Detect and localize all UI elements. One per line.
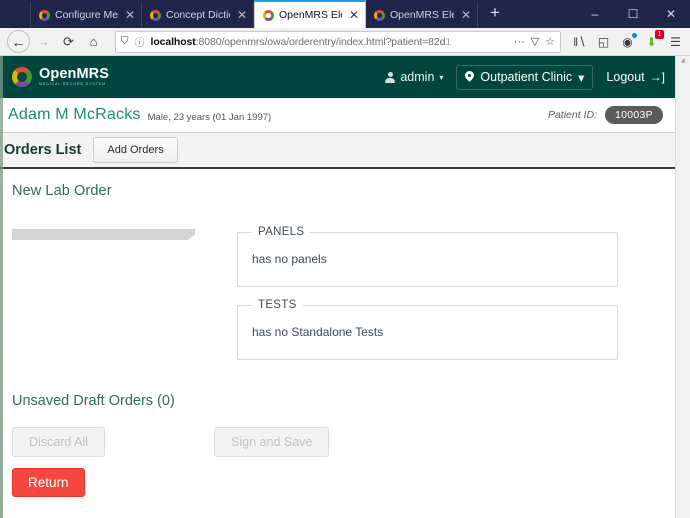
person-icon xyxy=(385,71,396,83)
scroll-up-arrow-icon[interactable]: ⱏ xyxy=(676,56,690,70)
map-pin-icon xyxy=(465,71,474,83)
tab-title: OpenMRS Electronic xyxy=(279,9,342,21)
order-columns: PANELS has no panels TESTS has no Standa… xyxy=(12,226,663,372)
close-icon[interactable]: ✕ xyxy=(347,9,359,21)
address-bar[interactable]: ⛉ ⓘ localhost:8080/openmrs/owa/orderentr… xyxy=(115,30,561,53)
browser-tab-openmrs-active[interactable]: OpenMRS Electronic ✕ xyxy=(254,0,366,28)
chevron-down-icon: ▾ xyxy=(439,72,444,82)
patient-name: Adam M McRacks xyxy=(8,106,141,123)
forward-icon[interactable]: → xyxy=(32,30,55,53)
tests-group: TESTS has no Standalone Tests xyxy=(237,299,618,360)
menu-icon[interactable]: ☰ xyxy=(668,34,683,49)
order-groups-column: PANELS has no panels TESTS has no Standa… xyxy=(237,226,663,372)
tab-title: Concept Dictionary I xyxy=(166,9,230,21)
logout-icon: →] xyxy=(649,70,665,84)
order-entry-content: New Lab Order PANELS has no panels TESTS… xyxy=(0,169,675,497)
navigation-toolbar: ← → ⟳ ⌂ ⛉ ⓘ localhost:8080/openmrs/owa/o… xyxy=(0,28,690,56)
site-info-icon[interactable]: ⓘ xyxy=(135,34,145,49)
draft-actions-row: Discard All Sign and Save xyxy=(12,427,663,457)
panels-legend: PANELS xyxy=(258,226,305,238)
page-viewport: OpenMRS MEDICAL RECORD SYSTEM admin ▾ Ou… xyxy=(0,56,690,518)
account-icon[interactable]: ◉ xyxy=(620,33,637,49)
downloads-icon[interactable]: ⬇ 1 xyxy=(644,30,664,49)
user-name: admin xyxy=(400,70,435,84)
patient-demographics: Male, 23 years (01 Jan 1997) xyxy=(147,111,272,123)
logo-subtitle: MEDICAL RECORD SYSTEM xyxy=(39,82,107,87)
header-right-group: admin ▾ Outpatient Clinic ▾ Logout →] xyxy=(385,64,665,90)
location-name: Outpatient Clinic xyxy=(480,70,573,84)
close-icon[interactable]: ✕ xyxy=(459,9,471,21)
openmrs-app-header: OpenMRS MEDICAL RECORD SYSTEM admin ▾ Ou… xyxy=(0,56,675,98)
downloads-count-badge: 1 xyxy=(655,30,664,39)
back-icon[interactable]: ← xyxy=(7,30,30,53)
bookmark-star-icon[interactable]: ☆ xyxy=(545,35,555,48)
tab-title: Configure Metadata xyxy=(55,9,118,21)
panels-empty-text: has no panels xyxy=(252,252,327,266)
patient-id-label: Patient ID: xyxy=(547,109,597,121)
pocket-icon[interactable]: ▽ xyxy=(531,35,539,48)
browser-tab-openmrs-second[interactable]: OpenMRS Electronic ✕ xyxy=(366,2,478,28)
openmrs-page: OpenMRS MEDICAL RECORD SYSTEM admin ▾ Ou… xyxy=(0,56,675,518)
user-menu[interactable]: admin ▾ xyxy=(385,70,443,84)
orders-toolbar: Orders List Add Orders xyxy=(0,133,675,169)
new-lab-order-title: New Lab Order xyxy=(12,183,112,199)
panels-group: PANELS has no panels xyxy=(237,226,618,287)
url-path: :8080/openmrs/owa/orderentry/index.html?… xyxy=(195,35,446,48)
patient-id-group: Patient ID: 10003P xyxy=(548,106,663,124)
openmrs-favicon-icon xyxy=(263,9,274,21)
logout-button[interactable]: Logout →] xyxy=(606,70,665,84)
add-orders-button[interactable]: Add Orders xyxy=(93,137,178,163)
location-selector[interactable]: Outpatient Clinic ▾ xyxy=(456,64,594,90)
discard-all-button[interactable]: Discard All xyxy=(12,427,106,457)
openmrs-ring-icon xyxy=(12,67,32,87)
library-icon[interactable]: ‖∖ xyxy=(572,34,587,49)
minimize-button[interactable]: – xyxy=(576,0,614,28)
sign-and-save-button[interactable]: Sign and Save xyxy=(214,427,330,457)
orders-list-title: Orders List xyxy=(4,142,82,158)
chevron-down-icon: ▾ xyxy=(578,70,585,85)
url-text: localhost:8080/openmrs/owa/orderentry/in… xyxy=(151,36,508,48)
url-host: localhost xyxy=(150,35,196,48)
return-button[interactable]: Return xyxy=(12,468,85,497)
order-search-column xyxy=(12,226,237,372)
page-scrollbar[interactable]: ⱏ xyxy=(675,56,690,518)
unsaved-draft-orders-title: Unsaved Draft Orders (0) xyxy=(12,393,175,409)
return-row: Return xyxy=(12,468,663,497)
account-notification-badge xyxy=(632,33,637,38)
account-glyph: ◉ xyxy=(622,34,633,49)
logout-label: Logout xyxy=(606,70,645,84)
patient-banner[interactable]: Adam M McRacks Male, 23 years (01 Jan 19… xyxy=(0,98,675,133)
browser-tab-configure-metadata[interactable]: Configure Metadata ✕ xyxy=(30,2,142,28)
tests-empty-text: has no Standalone Tests xyxy=(252,325,384,339)
browser-toolbar-icons: ‖∖ ◱ ◉ ⬇ 1 ☰ xyxy=(569,30,683,49)
page-actions-icon[interactable]: ··· xyxy=(514,36,525,48)
close-icon[interactable]: ✕ xyxy=(123,9,135,21)
window-controls: – ☐ ✕ xyxy=(576,0,690,28)
window-close-button[interactable]: ✕ xyxy=(652,0,690,28)
loading-placeholder-bar xyxy=(12,229,195,240)
patient-id-badge: 10003P xyxy=(604,106,663,124)
home-icon[interactable]: ⌂ xyxy=(82,30,105,53)
openmrs-favicon-icon xyxy=(374,9,385,21)
tab-title: OpenMRS Electronic xyxy=(390,9,454,21)
sidebar-icon[interactable]: ◱ xyxy=(596,34,611,49)
url-truncated-tail: 1 xyxy=(445,35,452,48)
browser-window: Configure Metadata ✕ Concept Dictionary … xyxy=(0,0,690,518)
new-tab-button[interactable]: + xyxy=(478,4,510,25)
browser-tab-concept-dictionary[interactable]: Concept Dictionary I ✕ xyxy=(142,2,254,28)
maximize-button[interactable]: ☐ xyxy=(614,0,652,28)
tracking-shield-icon[interactable]: ⛉ xyxy=(121,36,129,47)
logo-name: OpenMRS xyxy=(39,65,109,82)
openmrs-favicon-icon xyxy=(150,9,161,21)
tests-legend: TESTS xyxy=(258,299,297,311)
tab-strip: Configure Metadata ✕ Concept Dictionary … xyxy=(0,0,690,28)
openmrs-favicon-icon xyxy=(39,9,50,21)
reload-icon[interactable]: ⟳ xyxy=(57,30,80,53)
openmrs-logo[interactable]: OpenMRS MEDICAL RECORD SYSTEM xyxy=(12,67,109,87)
close-icon[interactable]: ✕ xyxy=(235,9,247,21)
